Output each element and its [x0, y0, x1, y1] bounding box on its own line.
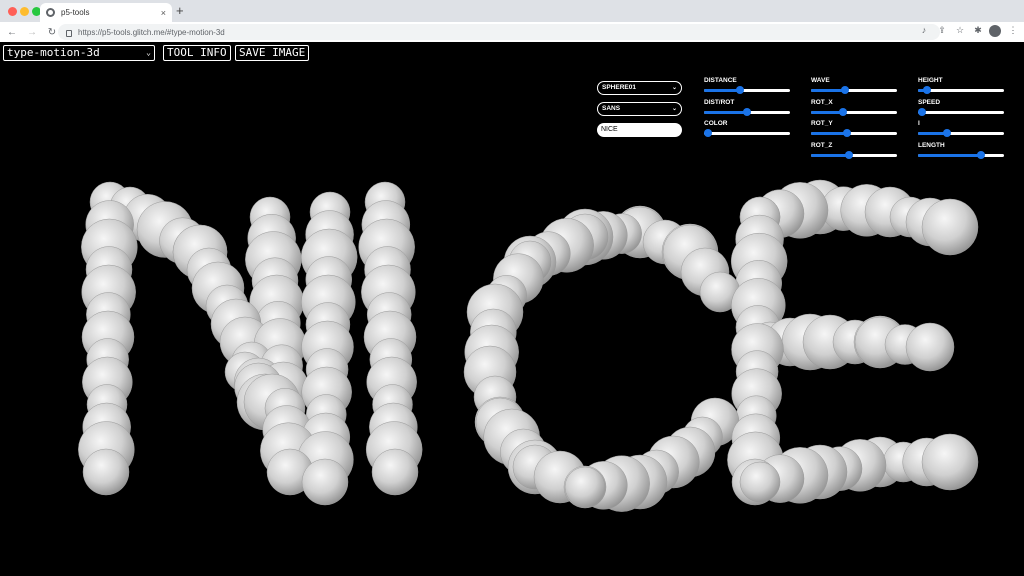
url-text: https://p5-tools.glitch.me/#type-motion-…: [78, 27, 225, 37]
nice-3d-sphere-text: [78, 179, 979, 512]
microphone-icon[interactable]: ♪: [917, 25, 931, 35]
sphere: [905, 322, 955, 372]
lock-icon: [66, 29, 72, 37]
forward-icon[interactable]: →: [24, 27, 40, 38]
browser-tab[interactable]: p5-tools ×: [40, 3, 172, 22]
sphere: [921, 198, 979, 256]
sphere: [739, 461, 781, 503]
close-window-button[interactable]: [8, 7, 17, 16]
share-icon[interactable]: ⇪: [935, 25, 949, 36]
tab-title: p5-tools: [61, 8, 90, 17]
minimize-window-button[interactable]: [20, 7, 29, 16]
sphere: [564, 466, 606, 508]
page-canvas: type-motion-3d ⌄ TOOL INFO SAVE IMAGE SP…: [0, 42, 1024, 576]
close-tab-icon[interactable]: ×: [161, 8, 166, 18]
sphere: [371, 448, 419, 496]
sphere: [82, 448, 130, 496]
sphere: [301, 458, 349, 506]
menu-kebab-icon[interactable]: ⋮: [1006, 25, 1020, 36]
profile-avatar[interactable]: [989, 25, 1001, 37]
bookmark-star-icon[interactable]: ☆: [953, 25, 967, 36]
new-tab-button[interactable]: +: [176, 4, 184, 18]
back-icon[interactable]: ←: [4, 27, 20, 38]
sphere: [921, 433, 979, 491]
extensions-icon[interactable]: ✱: [971, 25, 985, 36]
browser-chrome: p5-tools × + ← → ↻ https://p5-tools.glit…: [0, 0, 1024, 42]
tab-bar: p5-tools × +: [0, 0, 1024, 22]
globe-icon: [46, 8, 55, 17]
address-bar[interactable]: https://p5-tools.glitch.me/#type-motion-…: [58, 24, 940, 40]
